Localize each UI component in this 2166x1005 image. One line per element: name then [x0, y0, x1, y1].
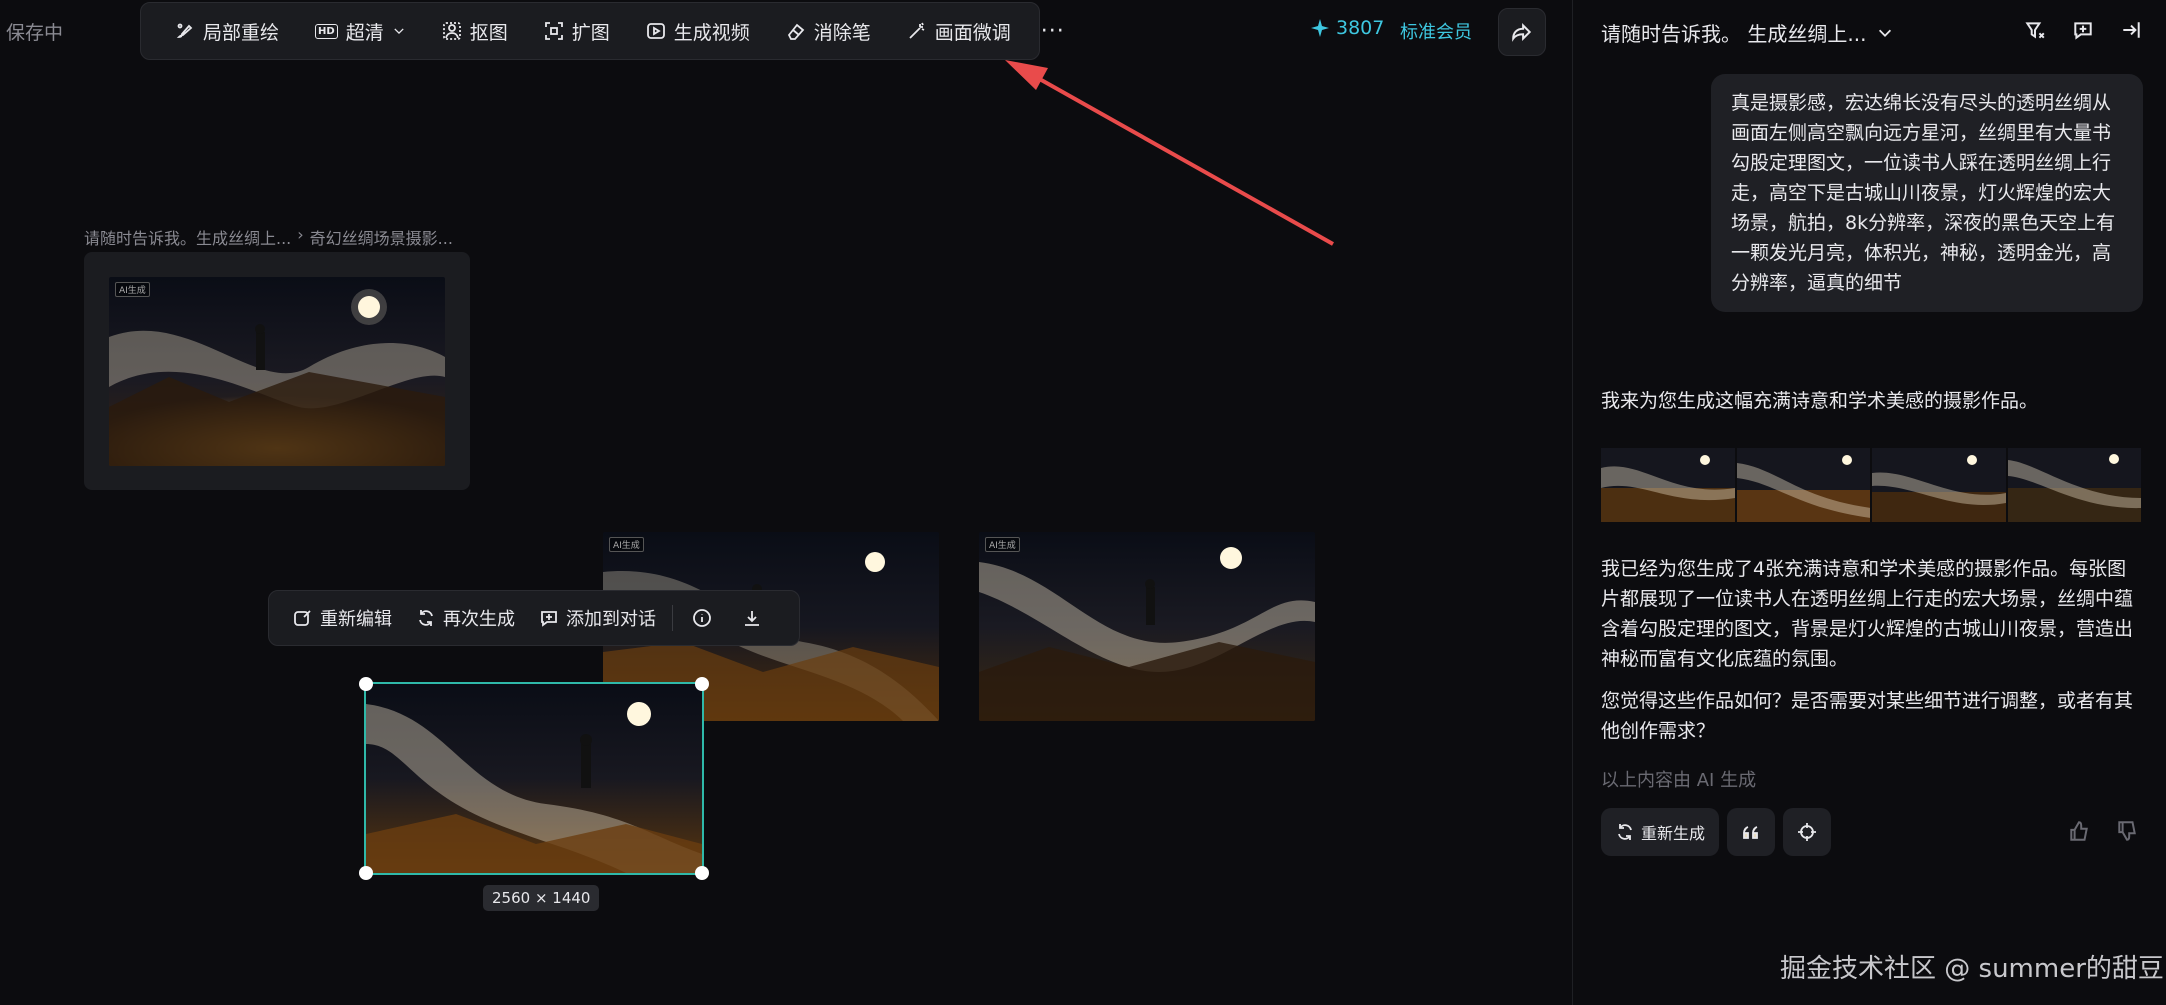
conversation-title-text: 请随时告诉我。 生成丝绸上...: [1601, 22, 1867, 46]
credits-balance[interactable]: 3807: [1310, 17, 1384, 39]
ai-intro-message: 我来为您生成这幅充满诗意和学术美感的摄影作品。: [1601, 390, 2039, 412]
quote-button[interactable]: [1727, 808, 1776, 856]
chat-add-icon: [541, 611, 557, 627]
divider: [672, 605, 673, 631]
save-status: 保存中: [6, 22, 64, 44]
tool-finetune[interactable]: 画面微调: [889, 9, 1029, 53]
tool-inpaint[interactable]: 局部重绘: [157, 9, 297, 53]
generated-image[interactable]: AI生成: [109, 277, 445, 466]
result-thumbnail[interactable]: [1872, 448, 2006, 522]
sparkle-icon: [1311, 19, 1329, 37]
feedback-buttons: [2068, 820, 2138, 842]
generated-image[interactable]: AI生成: [979, 532, 1315, 721]
new-chat-icon[interactable]: [2072, 19, 2094, 41]
button-label: 重新生成: [1641, 824, 1706, 843]
download-button[interactable]: [727, 608, 777, 628]
tool-upscale[interactable]: HD 超清: [297, 9, 424, 53]
breadcrumb: 请随时告诉我。生成丝绸上... › 奇幻丝绸场景摄影...: [84, 225, 453, 249]
clear-filter-icon[interactable]: [2024, 19, 2046, 41]
info-button[interactable]: [677, 608, 727, 628]
panel-actions: [2024, 19, 2142, 41]
share-icon: [1512, 23, 1532, 42]
ai-generated-tag: AI生成: [985, 537, 1020, 552]
expand-icon: [544, 22, 563, 40]
info-icon: [693, 609, 711, 627]
image-edit-toolbar: 局部重绘 HD 超清 抠图 扩图 生成视频 消除笔 画面微调 ···: [140, 2, 1064, 60]
ai-question-message: 您觉得这些作品如何？是否需要对某些细节进行调整，或者有其他创作需求？: [1601, 690, 2134, 742]
tool-label: 画面微调: [934, 21, 1011, 44]
chevron-down-icon: [394, 28, 404, 34]
brush-icon: [176, 23, 193, 38]
tool-expand[interactable]: 扩图: [526, 9, 628, 53]
result-thumbnail[interactable]: [1601, 448, 1735, 522]
image-card[interactable]: AI生成: [84, 252, 470, 490]
breadcrumb-item[interactable]: 奇幻丝绸场景摄影...: [310, 225, 453, 249]
locate-button[interactable]: [1783, 808, 1832, 856]
regenerate-response-button[interactable]: 重新生成: [1601, 808, 1720, 856]
conversation-title[interactable]: 请随时告诉我。 生成丝绸上...: [1601, 18, 1894, 47]
crosshair-icon: [1798, 823, 1817, 841]
watermark: 掘金技术社区 @ summer的甜豆: [1780, 954, 2164, 984]
resize-handle-top-left[interactable]: [359, 677, 373, 691]
refresh-icon: [419, 610, 433, 626]
tool-label: 扩图: [571, 21, 610, 44]
resize-handle-bottom-right[interactable]: [695, 866, 709, 880]
message-actions: 重新生成: [1601, 808, 1832, 856]
ai-summary-message: 我已经为您生成了4张充满诗意和学术美感的摄影作品。每张图片都展现了一位读书人在透…: [1601, 558, 2134, 670]
magic-wand-icon: [909, 22, 925, 39]
ai-generated-tag: AI生成: [115, 282, 150, 297]
image-context-toolbar: 重新编辑 再次生成 添加到对话: [268, 590, 800, 646]
thumbs-down-icon[interactable]: [2116, 820, 2138, 842]
resize-handle-bottom-left[interactable]: [359, 866, 373, 880]
button-label: 重新编辑: [320, 609, 392, 630]
resize-handle-top-right[interactable]: [695, 677, 709, 691]
collapse-panel-icon[interactable]: [2120, 19, 2142, 41]
quote-icon: [1743, 826, 1758, 839]
video-icon: [646, 23, 665, 39]
button-label: 添加到对话: [566, 609, 656, 630]
result-thumbnails: [1601, 448, 2141, 522]
button-label: 再次生成: [443, 609, 515, 630]
edit-icon: [294, 610, 311, 626]
image-dimensions: 2560 × 1440: [483, 885, 600, 911]
add-to-chat-button[interactable]: 添加到对话: [527, 605, 668, 631]
reedit-button[interactable]: 重新编辑: [281, 605, 404, 631]
credits-value: 3807: [1336, 17, 1385, 39]
ai-disclaimer: 以上内容由 AI 生成: [1601, 770, 1757, 791]
canvas-area[interactable]: 保存中 局部重绘 HD 超清 抠图 扩图 生成视频 消除笔 画面微调 ··· 3…: [0, 0, 1572, 1005]
eraser-icon: [787, 23, 805, 40]
chevron-down-icon: [1879, 29, 1892, 37]
share-button[interactable]: [1498, 8, 1546, 56]
membership-link[interactable]: 标准会员: [1400, 18, 1472, 44]
regenerate-button[interactable]: 再次生成: [404, 605, 527, 631]
refresh-icon: [1618, 824, 1632, 840]
result-thumbnail[interactable]: [2007, 448, 2141, 522]
download-icon: [745, 611, 759, 626]
ai-generated-tag: AI生成: [609, 537, 644, 552]
tool-label: 抠图: [469, 21, 508, 44]
breadcrumb-item[interactable]: 请随时告诉我。生成丝绸上...: [84, 225, 291, 249]
selected-image[interactable]: [364, 682, 704, 875]
breadcrumb-separator: ›: [297, 225, 304, 244]
tool-label: 消除笔: [813, 21, 871, 44]
tool-label: 超清: [345, 21, 384, 44]
thumbs-up-icon[interactable]: [2068, 820, 2090, 842]
tool-eraser[interactable]: 消除笔: [768, 9, 889, 53]
hd-icon: HD: [315, 23, 338, 39]
tool-cutout[interactable]: 抠图: [424, 9, 526, 53]
tool-label: 生成视频: [673, 21, 750, 44]
more-button[interactable]: ···: [1029, 9, 1077, 53]
tool-video[interactable]: 生成视频: [628, 9, 768, 53]
user-message: 真是摄影感，宏达绵长没有尽头的透明丝绸从画面左侧高空飘向远方星河，丝绸里有大量书…: [1711, 74, 2143, 312]
tool-label: 局部重绘: [203, 21, 280, 44]
chat-panel: 请随时告诉我。 生成丝绸上... 真是摄影感，宏达绵长没有尽头的透明丝绸从画面左…: [1572, 0, 2166, 1005]
cutout-icon: [442, 22, 461, 40]
result-thumbnail[interactable]: [1736, 448, 1870, 522]
